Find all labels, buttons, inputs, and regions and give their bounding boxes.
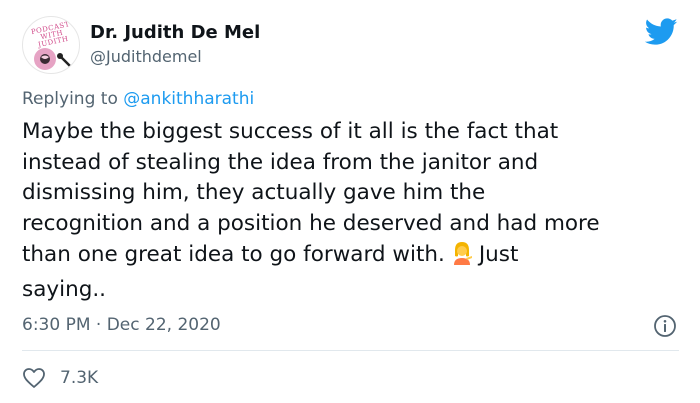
twitter-bird-icon[interactable]	[645, 18, 678, 46]
tweet-line: saying..	[22, 276, 107, 302]
tweet-line: recognition and a position he deserved a…	[22, 211, 600, 237]
meta-separator: ·	[95, 315, 102, 335]
divider	[22, 350, 679, 351]
tweet-after-emoji: Just	[478, 241, 519, 267]
tweet-timestamp[interactable]: 6:30 PM · Dec 22, 2020	[22, 314, 221, 336]
reply-context: Replying to @ankithharathi	[22, 88, 254, 110]
avatar[interactable]: PODCAST WITH JUDITH	[22, 16, 80, 74]
person-tipping-hand-emoji-icon	[451, 241, 473, 275]
like-count: 7.3K	[60, 368, 99, 388]
author-handle[interactable]: @Judithdemel	[90, 47, 202, 67]
heart-icon	[23, 368, 45, 388]
tweet-line-with-emoji: than one great idea to go forward with. …	[22, 240, 682, 275]
tweet-line: Maybe the biggest success of it all is t…	[22, 119, 559, 144]
tweet-line: dismissing him, they actually gave him t…	[22, 180, 486, 206]
reply-prefix: Replying to	[22, 89, 118, 109]
info-icon[interactable]	[653, 314, 677, 338]
tweet-line: than one great idea to go forward with.	[22, 241, 445, 267]
reply-to-link[interactable]: @ankithharathi	[123, 89, 254, 109]
tweet-date: Dec 22, 2020	[106, 315, 221, 335]
tweet-line: instead of stealing the idea from the ja…	[22, 149, 539, 175]
author-name[interactable]: Dr. Judith De Mel	[90, 22, 260, 44]
tweet-card: PODCAST WITH JUDITH Dr. Judith De Mel @J…	[0, 0, 700, 403]
tweet-text: Maybe the biggest success of it all is t…	[22, 117, 682, 305]
tweet-time: 6:30 PM	[22, 315, 91, 335]
